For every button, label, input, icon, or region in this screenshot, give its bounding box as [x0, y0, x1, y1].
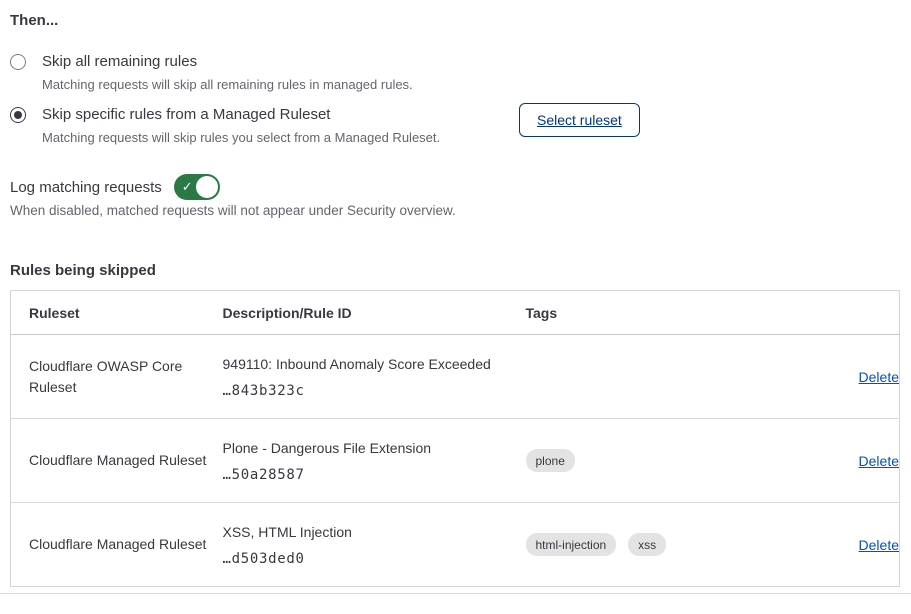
- select-ruleset-button[interactable]: Select ruleset: [519, 103, 640, 137]
- option-skip-all-rules: Skip all remaining rules Matching reques…: [10, 51, 413, 94]
- table-row: Cloudflare Managed Ruleset XSS, HTML Inj…: [11, 503, 900, 587]
- rule-description-cell: 949110: Inbound Anomaly Score Exceeded ……: [223, 335, 526, 419]
- table-row: Cloudflare Managed Ruleset Plone - Dange…: [11, 419, 900, 503]
- rule-description-cell: XSS, HTML Injection …d503ded0: [223, 503, 526, 587]
- option-skip-specific-description: Matching requests will skip rules you se…: [42, 129, 440, 147]
- table-header-row: Ruleset Description/Rule ID Tags: [11, 291, 900, 335]
- column-header-ruleset: Ruleset: [11, 291, 223, 335]
- rule-description: 949110: Inbound Anomaly Score Exceeded: [223, 355, 526, 374]
- ruleset-name: Cloudflare Managed Ruleset: [11, 419, 223, 503]
- column-header-tags: Tags: [526, 291, 766, 335]
- table-row: Cloudflare OWASP Core Ruleset 949110: In…: [11, 335, 900, 419]
- rule-id: …50a28587: [223, 467, 526, 483]
- section-divider: [0, 593, 911, 594]
- column-header-actions: [766, 291, 900, 335]
- option-skip-all-text: Skip all remaining rules Matching reques…: [42, 51, 413, 94]
- option-skip-all-label[interactable]: Skip all remaining rules: [42, 51, 413, 72]
- toggle-knob: [196, 176, 218, 198]
- tag-pill: plone: [526, 449, 575, 472]
- delete-link[interactable]: Delete: [859, 369, 899, 385]
- rules-being-skipped-table: Ruleset Description/Rule ID Tags Cloudfl…: [10, 290, 900, 587]
- log-matching-row: Log matching requests ✓: [10, 174, 220, 200]
- option-skip-all-description: Matching requests will skip all remainin…: [42, 76, 413, 94]
- delete-cell: Delete: [766, 335, 900, 419]
- delete-cell: Delete: [766, 419, 900, 503]
- rules-table-heading: Rules being skipped: [10, 262, 156, 279]
- rule-id: …d503ded0: [223, 551, 526, 567]
- log-matching-toggle[interactable]: ✓: [174, 174, 220, 200]
- check-icon: ✓: [182, 180, 193, 193]
- option-skip-specific-rules: Skip specific rules from a Managed Rules…: [10, 104, 440, 147]
- delete-link[interactable]: Delete: [859, 453, 899, 469]
- tags-cell: [526, 335, 766, 419]
- tags-cell: plone: [526, 419, 766, 503]
- tags-cell: html-injection xss: [526, 503, 766, 587]
- option-skip-specific-text: Skip specific rules from a Managed Rules…: [42, 104, 440, 147]
- ruleset-name: Cloudflare Managed Ruleset: [11, 503, 223, 587]
- tag-pill: html-injection: [526, 533, 617, 556]
- rule-id: …843b323c: [223, 383, 526, 399]
- rule-description: XSS, HTML Injection: [223, 523, 526, 542]
- rule-description-cell: Plone - Dangerous File Extension …50a285…: [223, 419, 526, 503]
- ruleset-name: Cloudflare OWASP Core Ruleset: [11, 335, 223, 419]
- log-matching-description: When disabled, matched requests will not…: [10, 203, 456, 218]
- delete-cell: Delete: [766, 503, 900, 587]
- then-heading: Then...: [10, 12, 58, 29]
- column-header-description: Description/Rule ID: [223, 291, 526, 335]
- radio-skip-all-rules[interactable]: [10, 54, 26, 70]
- tag-pill: xss: [628, 533, 666, 556]
- delete-link[interactable]: Delete: [859, 537, 899, 553]
- log-matching-label: Log matching requests: [10, 179, 162, 196]
- option-skip-specific-label[interactable]: Skip specific rules from a Managed Rules…: [42, 104, 440, 125]
- rule-description: Plone - Dangerous File Extension: [223, 439, 526, 458]
- waf-skip-rule-page: Then... Skip all remaining rules Matchin…: [0, 0, 911, 614]
- radio-skip-specific-rules[interactable]: [10, 107, 26, 123]
